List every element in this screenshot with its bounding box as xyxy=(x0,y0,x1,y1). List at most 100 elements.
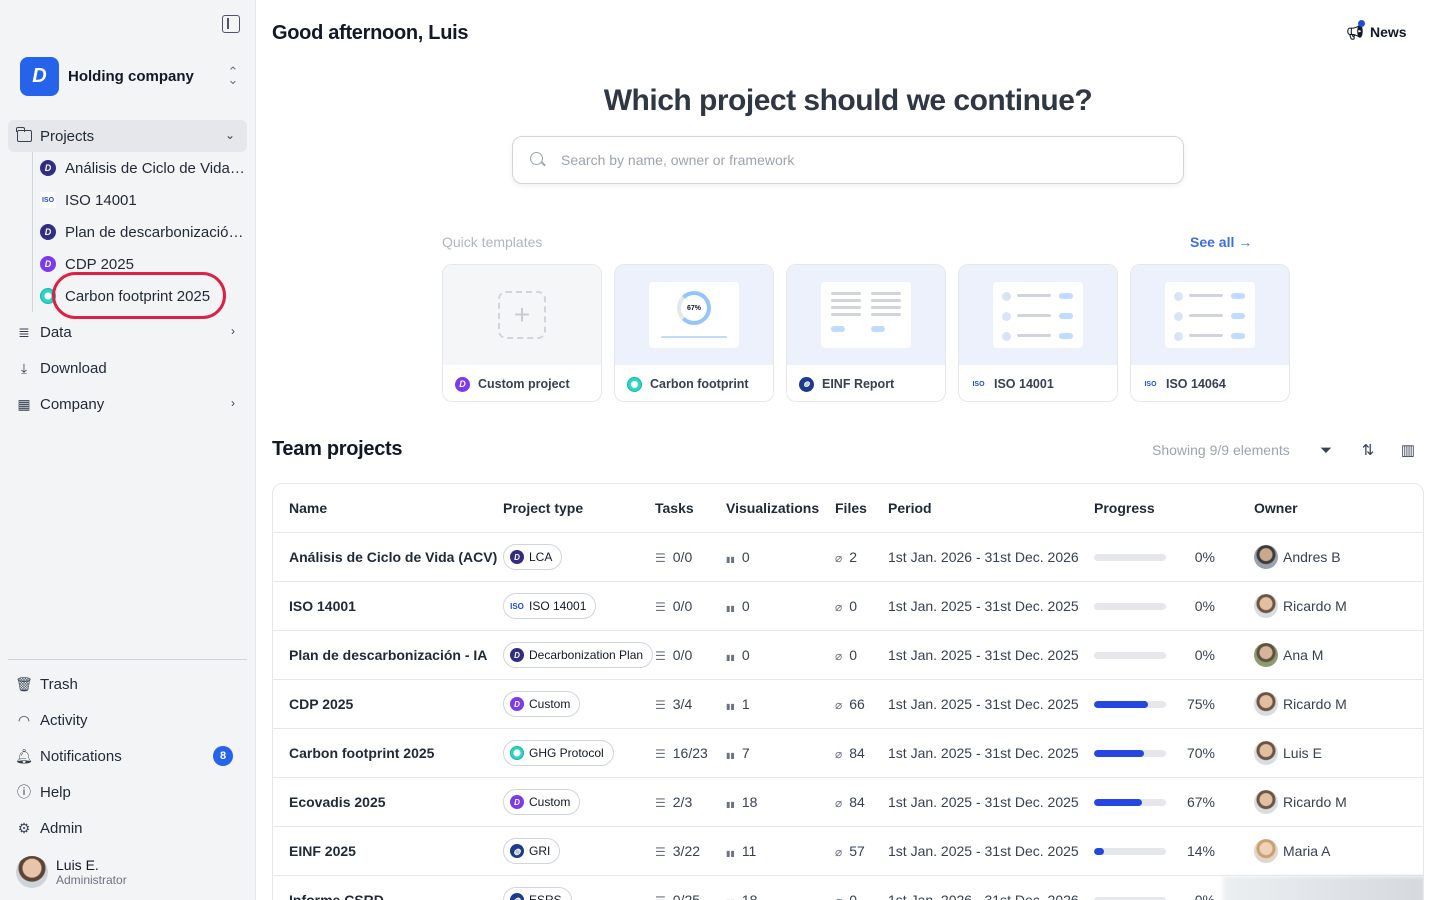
column-header[interactable]: Visualizations xyxy=(726,500,819,516)
project-name[interactable]: Plan de descarbonización - IA xyxy=(289,647,487,663)
sidebar-item-download[interactable]: ⤓ Download xyxy=(8,352,247,384)
sidebar-item-notifications[interactable]: 🔔︎ Notifications 8 xyxy=(8,740,247,772)
thumbnail-line xyxy=(1017,314,1051,317)
sidebar-project-item[interactable]: D Análisis de Ciclo de Vida (ACV) xyxy=(40,154,245,182)
owner-cell[interactable]: Ricardo M xyxy=(1254,692,1347,716)
see-all-link[interactable]: See all → xyxy=(1190,234,1252,250)
bar-chart-icon: ▮▮ xyxy=(726,555,735,564)
project-name[interactable]: Ecovadis 2025 xyxy=(289,794,386,810)
owner-cell[interactable]: Luis E xyxy=(1254,741,1322,765)
visualizations-cell: ▮▮ 1 xyxy=(726,696,750,712)
thumbnail-line xyxy=(831,299,861,302)
template-preview xyxy=(787,265,945,365)
template-card[interactable]: ◍ EINF Report xyxy=(786,264,946,402)
sidebar-project-item[interactable]: D Plan de descarbonización - IA xyxy=(40,218,245,246)
search-input[interactable] xyxy=(561,152,1161,168)
owner-cell[interactable]: Ricardo M xyxy=(1254,594,1347,618)
paperclip-icon: ⌀ xyxy=(835,551,843,565)
user-profile[interactable]: Luis E. Administrator xyxy=(16,856,127,888)
owner-cell[interactable]: Andres B xyxy=(1254,545,1341,569)
table-row[interactable]: Informe CSRD◍ESRS☰0/25▮▮18⌀01st Jan. 202… xyxy=(273,875,1423,900)
sidebar-collapse-icon[interactable] xyxy=(222,15,240,33)
owner-cell[interactable]: Ricardo M xyxy=(1254,790,1347,814)
table-row[interactable]: Ecovadis 2025 D Custom ☰ 2/3 ▮▮ 18 ⌀ 84 1st Jan. … xyxy=(273,777,1423,826)
sidebar-item-activity[interactable]: ◠ Activity xyxy=(8,704,247,736)
help-circle-icon: ⓘ xyxy=(17,784,31,800)
template-footer: ISO ISO 14064 xyxy=(1131,365,1289,401)
progress-bar-fill xyxy=(1094,848,1105,855)
visualizations-value: 0 xyxy=(741,598,750,614)
news-button[interactable]: 📢︎ News xyxy=(1346,20,1407,40)
template-label: Carbon footprint xyxy=(650,377,749,391)
table-row[interactable]: Análisis de Ciclo de Vida (ACV) D LCA ☰ 0/0 ▮… xyxy=(273,532,1423,581)
project-name[interactable]: ISO 14001 xyxy=(289,598,356,614)
project-name[interactable]: Informe CSRD xyxy=(289,892,384,900)
project-type-tag: D LCA xyxy=(503,544,563,570)
sidebar-item-company[interactable]: ▦ Company › xyxy=(8,388,247,420)
project-name[interactable]: Análisis de Ciclo de Vida (ACV) xyxy=(289,549,497,565)
column-header[interactable]: Files xyxy=(835,500,867,516)
project-type-tag: ISO ISO 14001 xyxy=(503,593,597,619)
bar-chart-icon: ▮▮ xyxy=(726,800,735,809)
template-card[interactable]: 67% Carbon footprint xyxy=(614,264,774,402)
bar-chart-icon: ▮▮ xyxy=(726,604,735,613)
column-header[interactable]: Tasks xyxy=(655,500,694,516)
column-header[interactable]: Period xyxy=(888,500,932,516)
sidebar-item-help[interactable]: ⓘ Help xyxy=(8,776,247,808)
filter-icon[interactable]: ⏷ xyxy=(1316,440,1336,460)
avatar xyxy=(1254,741,1278,765)
column-header[interactable]: Progress xyxy=(1094,500,1155,516)
progress-ring: 67% xyxy=(677,291,711,325)
org-switcher[interactable]: D Holding company ⌃ ⌄ xyxy=(20,56,240,96)
tasks-cell: ☰ 0/25 xyxy=(655,892,700,900)
project-name[interactable]: Carbon footprint 2025 xyxy=(289,745,434,761)
news-label: News xyxy=(1370,24,1407,40)
thumbnail-pill xyxy=(1059,293,1073,299)
thumbnail-line xyxy=(871,313,901,316)
table-row[interactable]: EINF 2025 ◍ GRI ☰ 3/22 ▮▮ 11 ⌀ 57 1st Jan. 2025 -… xyxy=(273,826,1423,875)
sort-icon[interactable]: ⇅ xyxy=(1358,440,1378,460)
template-thumbnail xyxy=(821,282,911,348)
project-name[interactable]: CDP 2025 xyxy=(289,696,353,712)
page-title: Good afternoon, Luis xyxy=(272,22,469,44)
sidebar: D Holding company ⌃ ⌄ Projects ⌄ D Análisi… xyxy=(0,0,256,900)
project-type-label: ESRS xyxy=(529,893,562,900)
sidebar-item-data[interactable]: ≣ Data › xyxy=(8,316,247,348)
template-icon xyxy=(627,376,642,392)
progress-value: 75% xyxy=(1186,696,1215,712)
columns-icon[interactable]: ▥ xyxy=(1398,440,1418,460)
files-value: 0 xyxy=(849,647,858,663)
paperclip-icon: ⌀ xyxy=(835,747,843,761)
table-row[interactable]: Plan de descarbonización - IA D Decarboniz… xyxy=(273,630,1423,679)
period-cell: 1st Jan. 2025 - 31st Dec. 2025 xyxy=(888,696,1079,712)
tasks-value: 0/0 xyxy=(672,647,693,663)
avatar xyxy=(1254,839,1278,863)
owner-cell[interactable]: Maria A xyxy=(1254,839,1330,863)
column-header[interactable]: Project type xyxy=(503,500,583,516)
chevron-down-icon: ⌄ xyxy=(224,128,235,142)
sidebar-project-item[interactable]: ISO ISO 14001 xyxy=(40,186,245,214)
project-name[interactable]: EINF 2025 xyxy=(289,843,356,859)
hero-title: Which project should we continue? xyxy=(603,84,1093,117)
template-card[interactable]: + D Custom project xyxy=(442,264,602,402)
table-row[interactable]: CDP 2025 D Custom ☰ 3/4 ▮▮ 1 ⌀ 66 1st Jan. 2025 -… xyxy=(273,679,1423,728)
table-row[interactable]: ISO 14001 ISO ISO 14001 ☰ 0/0 ▮▮ 0 ⌀ 0 1st Jan. 2… xyxy=(273,581,1423,630)
sidebar-item-trash[interactable]: 🗑 Trash xyxy=(8,668,247,700)
chevron-up-down-icon: ⌃ ⌄ xyxy=(227,64,239,87)
column-header[interactable]: Name xyxy=(289,500,327,516)
template-card[interactable]: ISO ISO 14064 xyxy=(1130,264,1290,402)
search-box[interactable] xyxy=(512,136,1184,184)
project-type-tag: D Decarbonization Plan xyxy=(503,642,654,668)
column-header[interactable]: Owner xyxy=(1254,500,1298,516)
visualizations-cell: ▮▮ 0 xyxy=(726,598,750,614)
template-label: Custom project xyxy=(478,377,570,391)
template-card[interactable]: ISO ISO 14001 xyxy=(958,264,1118,402)
template-footer: Carbon footprint xyxy=(615,365,773,401)
sidebar-item-admin[interactable]: ⚙ Admin xyxy=(8,812,247,844)
sidebar-item-projects[interactable]: Projects ⌄ xyxy=(8,120,247,152)
thumbnail-line xyxy=(1189,314,1223,317)
owner-cell[interactable]: Ana M xyxy=(1254,643,1323,667)
period-cell: 1st Jan. 2025 - 31st Dec. 2025 xyxy=(888,843,1079,859)
table-row[interactable]: Carbon footprint 2025 GHG Protocol ☰ 16/23 ▮… xyxy=(273,728,1423,777)
project-type-label: Decarbonization Plan xyxy=(529,648,644,662)
